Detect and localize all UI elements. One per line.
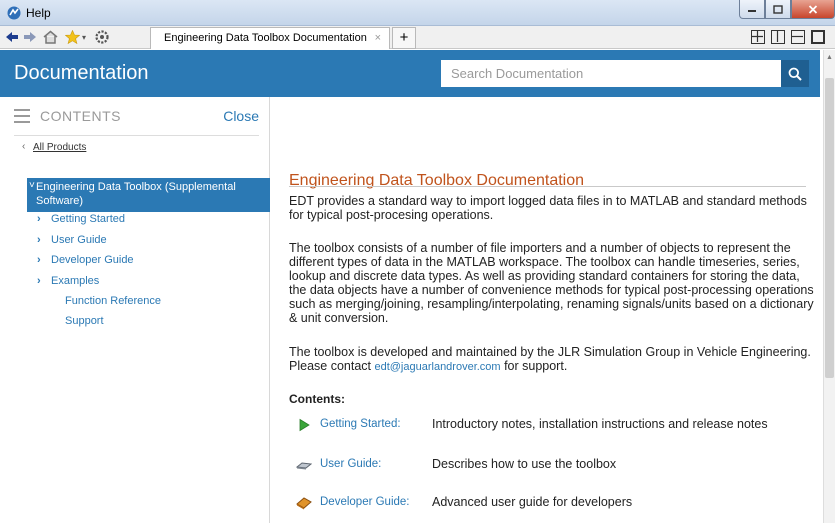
chevron-right-icon: › [37, 234, 41, 246]
sidebar-item-engineering-data-toolbox[interactable]: Engineering Data Toolbox (Supplemental S… [27, 178, 270, 212]
window-title: Help [26, 6, 51, 20]
user-guide-link[interactable]: User Guide: [320, 458, 381, 470]
description-paragraph: The toolbox consists of a number of file… [289, 241, 814, 325]
back-arrow-icon [6, 32, 18, 42]
sidebar-item-label: Developer Guide [51, 254, 134, 266]
scroll-thumb[interactable] [825, 78, 834, 378]
forward-button[interactable] [22, 29, 38, 45]
favorites-dropdown-icon[interactable]: ▾ [80, 29, 88, 45]
grid-layout-icon[interactable] [751, 30, 765, 44]
chevron-left-icon: ‹ [22, 141, 26, 152]
all-products-link[interactable]: All Products [33, 142, 86, 153]
search-button[interactable] [781, 60, 809, 87]
title-divider [289, 186, 806, 187]
vertical-scrollbar[interactable]: ▲ [823, 50, 835, 523]
maximize-button[interactable] [765, 0, 791, 19]
back-button[interactable] [4, 29, 20, 45]
documentation-title[interactable]: Documentation [14, 62, 149, 85]
getting-started-link[interactable]: Getting Started: [320, 418, 401, 430]
forward-arrow-icon [24, 32, 36, 42]
search-icon [788, 67, 802, 81]
scroll-up-icon[interactable]: ▲ [826, 54, 833, 61]
contents-sidebar: CONTENTS Close ‹ All Products ˅ Engineer… [0, 97, 270, 523]
layout-controls [751, 30, 825, 44]
settings-button[interactable] [94, 29, 110, 45]
home-icon [43, 30, 57, 44]
documentation-header: Documentation [0, 50, 820, 97]
favorites-button[interactable] [64, 29, 80, 45]
close-icon [808, 4, 818, 14]
chevron-right-icon: › [37, 213, 41, 225]
getting-started-description: Introductory notes, installation instruc… [432, 417, 768, 431]
chevron-right-icon: › [37, 275, 41, 287]
help-app-icon [7, 6, 21, 20]
developer-guide-link[interactable]: Developer Guide: [320, 496, 410, 508]
gear-icon [95, 30, 109, 44]
sidebar-item-examples[interactable]: › Examples [37, 275, 99, 287]
play-icon [299, 418, 310, 432]
close-window-button[interactable] [791, 0, 835, 19]
sidebar-item-developer-guide[interactable]: › Developer Guide [37, 254, 134, 266]
contents-divider [14, 135, 259, 136]
minimize-button[interactable] [739, 0, 765, 19]
developer-guide-description: Advanced user guide for developers [432, 495, 633, 509]
single-layout-icon[interactable] [811, 30, 825, 44]
sidebar-item-getting-started[interactable]: › Getting Started [37, 213, 125, 225]
documentation-content: Engineering Data Toolbox Documentation E… [271, 97, 823, 523]
sidebar-item-label: Examples [51, 275, 100, 287]
hamburger-menu-icon[interactable] [14, 109, 30, 127]
search-input[interactable] [441, 60, 781, 87]
contact-email-link[interactable]: edt@jaguarlandrover.com [374, 361, 500, 373]
minimize-icon [748, 10, 756, 12]
intro-paragraph: EDT provides a standard way to import lo… [289, 194, 807, 222]
contents-row-user-guide: User Guide: Describes how to use the too… [296, 456, 816, 476]
page-title: Engineering Data Toolbox Documentation [289, 172, 585, 189]
home-button[interactable] [42, 29, 58, 45]
chevron-right-icon: › [37, 254, 41, 266]
browser-toolbar: ▾ Engineering Data Toolbox Documentation… [0, 26, 835, 49]
contents-heading: Contents: [289, 392, 345, 406]
star-icon [64, 30, 80, 44]
split-horizontal-icon[interactable] [791, 30, 805, 44]
sidebar-item-support[interactable]: Support [65, 315, 104, 327]
contents-header: CONTENTS Close [14, 107, 259, 127]
window-title-bar: Help [0, 0, 835, 26]
user-guide-description: Describes how to use the toolbox [432, 457, 617, 471]
contents-row-developer-guide: Developer Guide: Advanced user guide for… [296, 494, 816, 514]
split-vertical-icon[interactable] [771, 30, 785, 44]
sidebar-item-label: Getting Started [51, 213, 125, 225]
contact-text-end: for support. [500, 359, 568, 373]
tab-engineering-data-toolbox[interactable]: Engineering Data Toolbox Documentation × [150, 27, 390, 49]
sidebar-item-function-reference[interactable]: Function Reference [65, 295, 161, 307]
tab-label: Engineering Data Toolbox Documentation [164, 32, 367, 44]
sidebar-item-label: User Guide [51, 234, 107, 246]
close-sidebar-link[interactable]: Close [223, 108, 259, 124]
window-controls [739, 0, 835, 20]
sidebar-item-label: Engineering Data Toolbox (Supplemental S… [36, 181, 236, 207]
maximize-icon [773, 4, 783, 14]
sidebar-item-user-guide[interactable]: › User Guide [37, 234, 107, 246]
contents-label: CONTENTS [40, 108, 121, 124]
tab-close-icon[interactable]: × [375, 28, 381, 48]
chevron-down-icon: ˅ [29, 180, 35, 191]
developer-guide-icon [296, 497, 312, 510]
contents-row-getting-started: Getting Started: Introductory notes, ins… [296, 416, 816, 436]
new-tab-button[interactable]: + [392, 27, 416, 49]
user-guide-icon [296, 462, 312, 470]
contact-paragraph: The toolbox is developed and maintained … [289, 345, 819, 374]
